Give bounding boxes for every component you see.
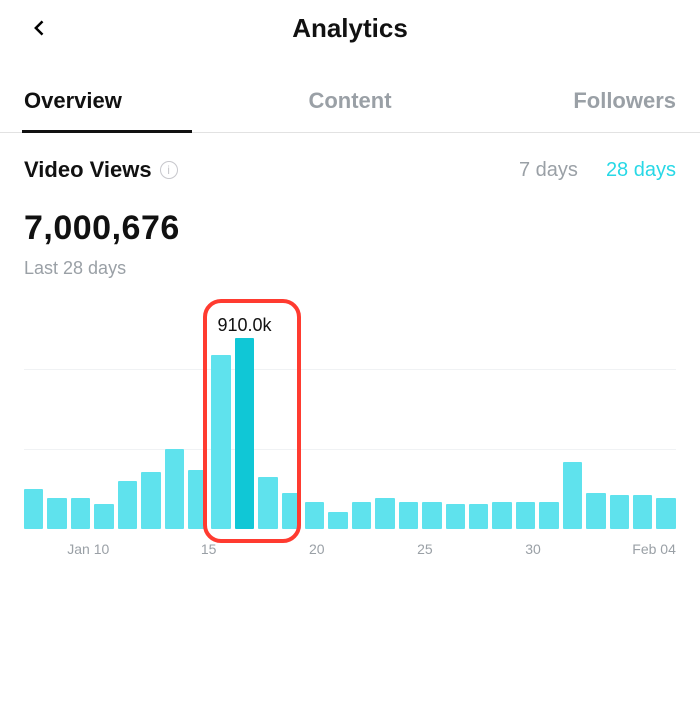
chart-bar[interactable] bbox=[516, 502, 535, 529]
info-icon[interactable]: i bbox=[160, 161, 178, 179]
chart-bar[interactable] bbox=[610, 495, 629, 529]
xaxis-tick bbox=[503, 541, 521, 561]
xaxis-tick bbox=[330, 541, 348, 561]
xaxis-tick: 30 bbox=[524, 541, 542, 561]
back-button[interactable] bbox=[20, 8, 60, 48]
total-views-value: 7,000,676 bbox=[24, 209, 676, 248]
time-range-subtitle: Last 28 days bbox=[24, 258, 676, 279]
tab-content[interactable]: Content bbox=[234, 74, 467, 132]
xaxis-tick bbox=[178, 541, 196, 561]
xaxis-tick bbox=[438, 541, 456, 561]
xaxis-tick: Jan 10 bbox=[67, 541, 109, 561]
chart-bar[interactable] bbox=[422, 502, 441, 529]
xaxis-tick: Feb 04 bbox=[632, 541, 676, 561]
chart-bar[interactable] bbox=[492, 502, 511, 529]
chevron-left-icon bbox=[30, 18, 50, 38]
chart-bar[interactable] bbox=[118, 481, 137, 529]
chart-bar[interactable] bbox=[235, 338, 254, 529]
chart-bar[interactable] bbox=[165, 449, 184, 529]
xaxis-tick bbox=[481, 541, 499, 561]
chart-bar[interactable] bbox=[539, 502, 558, 529]
chart-bars bbox=[24, 319, 676, 529]
tab-label: Followers bbox=[573, 88, 676, 113]
xaxis-tick bbox=[373, 541, 391, 561]
chart-bar[interactable] bbox=[399, 502, 418, 529]
xaxis-tick bbox=[567, 541, 585, 561]
page-title: Analytics bbox=[292, 13, 408, 44]
xaxis-tick bbox=[265, 541, 283, 561]
tab-label: Content bbox=[308, 88, 391, 113]
xaxis-tick bbox=[113, 541, 131, 561]
xaxis-tick: 15 bbox=[200, 541, 218, 561]
xaxis-tick bbox=[351, 541, 369, 561]
chart-bar[interactable] bbox=[141, 472, 160, 529]
chart-bar[interactable] bbox=[211, 355, 230, 529]
chart-bar[interactable] bbox=[282, 493, 301, 529]
range-7-days[interactable]: 7 days bbox=[519, 159, 578, 182]
xaxis-tick bbox=[46, 541, 64, 561]
chart-bar[interactable] bbox=[305, 502, 324, 529]
xaxis-tick bbox=[135, 541, 153, 561]
xaxis-tick: 20 bbox=[308, 541, 326, 561]
xaxis-tick bbox=[24, 541, 42, 561]
chart-bar[interactable] bbox=[563, 462, 582, 529]
xaxis-tick bbox=[286, 541, 304, 561]
chart-bar[interactable] bbox=[47, 498, 66, 530]
xaxis-tick bbox=[459, 541, 477, 561]
metric-title-text: Video Views bbox=[24, 157, 152, 183]
chart-bar[interactable] bbox=[352, 502, 371, 529]
tab-followers[interactable]: Followers bbox=[466, 74, 700, 132]
xaxis-tick bbox=[546, 541, 564, 561]
range-picker: 7 days 28 days bbox=[519, 159, 676, 182]
xaxis-tick: 25 bbox=[416, 541, 434, 561]
xaxis-tick bbox=[157, 541, 175, 561]
xaxis-tick bbox=[221, 541, 239, 561]
tab-label: Overview bbox=[24, 88, 122, 113]
tab-overview[interactable]: Overview bbox=[0, 74, 234, 132]
xaxis-tick bbox=[394, 541, 412, 561]
chart-bar[interactable] bbox=[94, 504, 113, 529]
chart-bar[interactable] bbox=[586, 493, 605, 529]
chart-bar[interactable] bbox=[446, 504, 465, 529]
video-views-chart[interactable]: 910.0k Jan 1015202530Feb 04 bbox=[24, 319, 676, 579]
metric-title: Video Views i bbox=[24, 157, 178, 183]
xaxis-tick bbox=[589, 541, 607, 561]
chart-bar[interactable] bbox=[469, 504, 488, 529]
chart-bar[interactable] bbox=[24, 489, 43, 529]
video-views-section: Video Views i 7 days 28 days 7,000,676 L… bbox=[0, 133, 700, 279]
section-header-row: Video Views i 7 days 28 days bbox=[24, 157, 676, 183]
xaxis-tick bbox=[243, 541, 261, 561]
chart-bar[interactable] bbox=[258, 477, 277, 530]
chart-bar[interactable] bbox=[656, 498, 675, 530]
xaxis-tick bbox=[611, 541, 629, 561]
chart-xaxis: Jan 10 15 20 25 30 Feb 04 bbox=[24, 541, 676, 561]
chart-bar[interactable] bbox=[375, 498, 394, 530]
chart-bar[interactable] bbox=[633, 495, 652, 529]
chart-bar[interactable] bbox=[328, 512, 347, 529]
tab-bar: Overview Content Followers bbox=[0, 74, 700, 133]
range-28-days[interactable]: 28 days bbox=[606, 159, 676, 182]
chart-bar[interactable] bbox=[71, 498, 90, 530]
chart-bar[interactable] bbox=[188, 470, 207, 529]
app-header: Analytics bbox=[0, 0, 700, 56]
